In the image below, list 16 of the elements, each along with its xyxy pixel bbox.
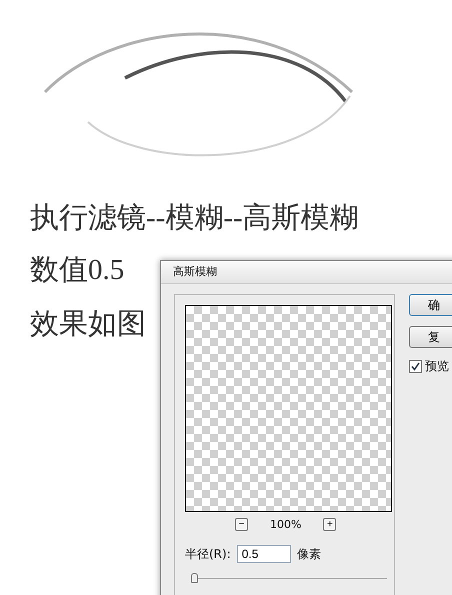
radius-field[interactable]: 0.5 xyxy=(236,545,291,563)
step-text: 数值0.5 xyxy=(29,253,126,288)
zoom-level: 100% xyxy=(270,518,302,531)
zoom-out-button[interactable]: − xyxy=(235,518,248,531)
dialog-button[interactable]: 复 xyxy=(409,326,452,348)
check-icon xyxy=(411,362,420,371)
preview-checkbox[interactable] xyxy=(409,360,422,373)
dialog-button[interactable]: 确 xyxy=(409,294,452,316)
zoom-in-button[interactable]: + xyxy=(323,518,336,531)
step-text: 效果如图 xyxy=(29,307,147,342)
slider-thumb[interactable] xyxy=(191,573,198,583)
radius-label: 半径(R): xyxy=(185,546,231,562)
dialog-title: 高斯模糊 xyxy=(161,261,452,284)
step-text: 执行滤镜--模糊--高斯模糊 xyxy=(29,201,360,236)
checkbox-label: 预览 xyxy=(425,358,449,375)
unit-label: 像素 xyxy=(296,546,321,562)
